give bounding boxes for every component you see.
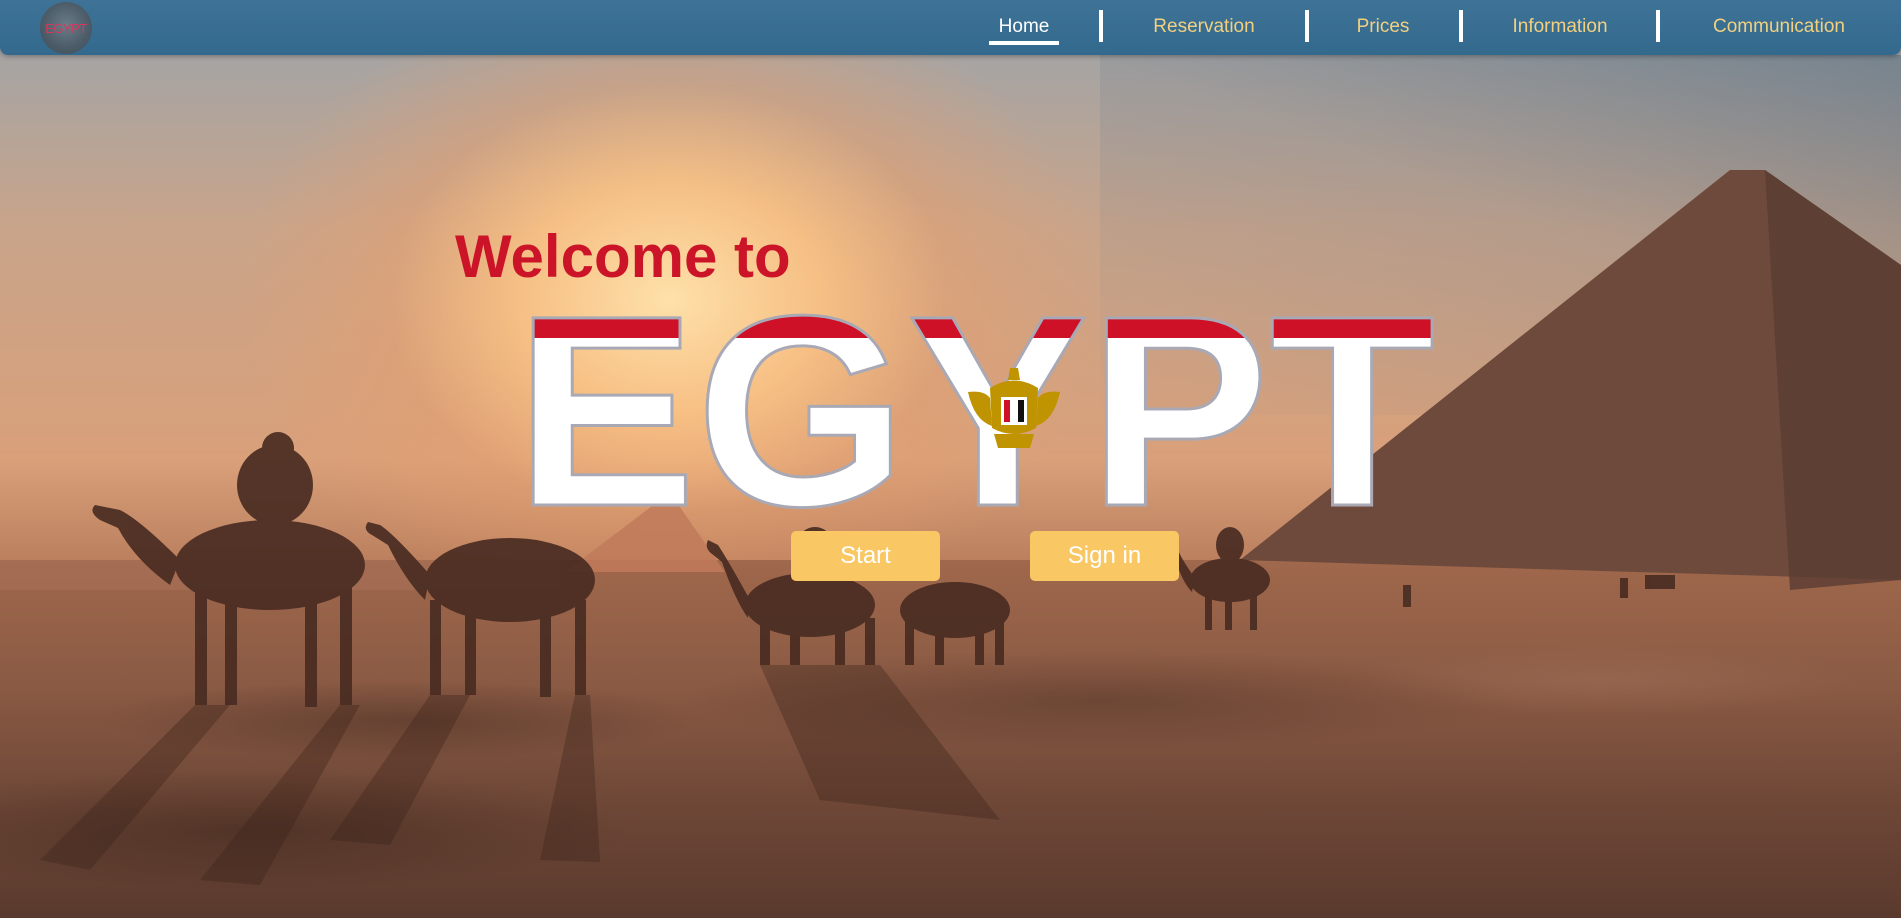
start-button[interactable]: Start [791,531,940,581]
nav-home[interactable]: Home [994,13,1054,41]
nav-active-underline [989,41,1059,45]
welcome-heading: Welcome to [455,223,791,290]
home-page: EGYPT Home Reservation Prices Informatio… [0,0,1901,918]
egypt-globe-logo[interactable]: EGYPT [40,2,92,54]
nav-separator [1656,10,1660,42]
nav-reservation[interactable]: Reservation [1140,13,1268,41]
nav-information[interactable]: Information [1503,13,1617,41]
camel-shadows [40,665,1000,885]
nav-communication[interactable]: Communication [1704,13,1854,41]
nav-separator [1305,10,1309,42]
nav-prices[interactable]: Prices [1350,13,1416,41]
nav-separator [1459,10,1463,42]
nav-separator [1099,10,1103,42]
sign-in-button[interactable]: Sign in [1030,531,1179,581]
top-navbar: EGYPT Home Reservation Prices Informatio… [0,0,1901,55]
logo-text: EGYPT [45,21,87,36]
egypt-flag-title: EGYPT [514,300,1437,520]
